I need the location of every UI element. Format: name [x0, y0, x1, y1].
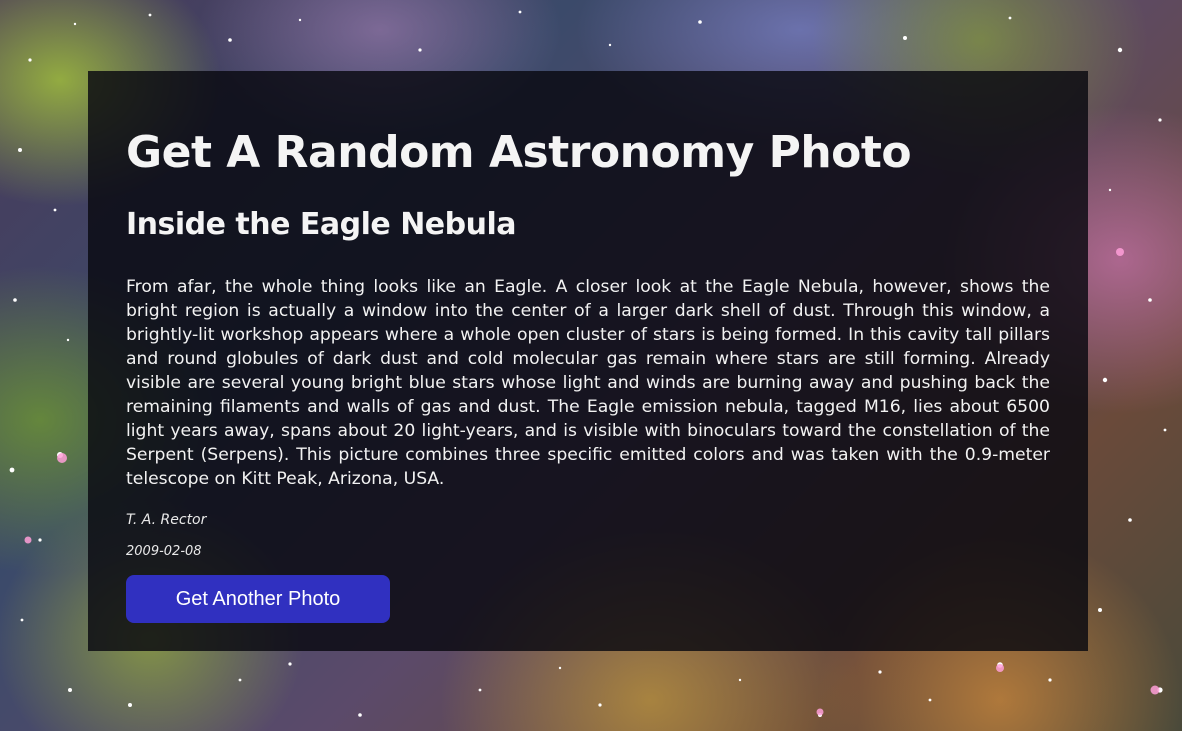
photo-explanation: From afar, the whole thing looks like an… [126, 277, 1050, 489]
get-another-photo-button[interactable]: Get Another Photo [126, 575, 390, 623]
apod-card: Get A Random Astronomy Photo Inside the … [88, 71, 1088, 651]
photo-date: 2009-02-08 [126, 544, 202, 559]
photo-title: Inside the Eagle Nebula [126, 207, 517, 242]
photo-copyright: T. A. Rector [126, 512, 207, 528]
page-title: Get A Random Astronomy Photo [126, 127, 912, 178]
